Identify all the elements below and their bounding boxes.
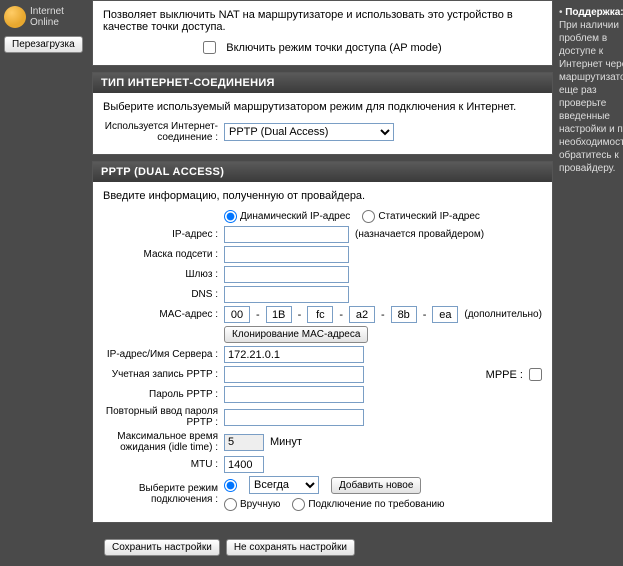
reboot-button[interactable]: Перезагрузка (4, 36, 83, 53)
stat-ip-radio[interactable] (362, 210, 375, 223)
support-body: При наличии проблем в доступе к Интернет… (559, 19, 623, 175)
status-title: Internet (30, 6, 64, 17)
mac-2[interactable] (307, 306, 333, 323)
ip-input[interactable] (224, 226, 349, 243)
globe-icon (4, 6, 26, 28)
mtu-input[interactable] (224, 456, 264, 473)
clone-mac-button[interactable]: Клонирование MAC-адреса (224, 326, 368, 343)
support-title: Поддержка: (565, 7, 623, 18)
mac-1[interactable] (266, 306, 292, 323)
ap-mode-label: Включить режим точки доступа (AP mode) (226, 42, 441, 54)
pptp-desc: Введите информацию, полученную от провай… (103, 190, 542, 202)
status-sub: Online (30, 17, 64, 28)
conn-desc: Выберите используемый маршрутизатором ре… (103, 101, 542, 113)
addnew-button[interactable]: Добавить новое (331, 477, 421, 494)
idle-input[interactable] (224, 434, 264, 451)
pwd-input[interactable] (224, 386, 364, 403)
manual-radio[interactable] (224, 498, 237, 511)
conn-title: ТИП ИНТЕРНЕТ-СОЕДИНЕНИЯ (93, 73, 552, 93)
discard-button[interactable]: Не сохранять настройки (226, 539, 355, 556)
account-input[interactable] (224, 366, 364, 383)
gw-input[interactable] (224, 266, 349, 283)
save-button[interactable]: Сохранить настройки (104, 539, 220, 556)
conn-type-select[interactable]: PPTP (Dual Access) (224, 123, 394, 141)
conn-label: Используется Интернет-соединение : (103, 121, 218, 143)
nat-desc: Позволяет выключить NAT на маршрутизатор… (103, 9, 542, 33)
mac-0[interactable] (224, 306, 250, 323)
mask-input[interactable] (224, 246, 349, 263)
server-input[interactable] (224, 346, 364, 363)
ap-mode-checkbox[interactable] (203, 41, 216, 54)
pwd2-input[interactable] (224, 409, 364, 426)
mppe-checkbox[interactable] (529, 368, 542, 381)
mac-4[interactable] (391, 306, 417, 323)
dns-input[interactable] (224, 286, 349, 303)
pptp-title: PPTP (DUAL ACCESS) (93, 162, 552, 182)
always-select[interactable]: Всегда (249, 476, 319, 494)
mac-3[interactable] (349, 306, 375, 323)
always-radio[interactable] (224, 479, 237, 492)
mac-5[interactable] (432, 306, 458, 323)
dyn-ip-radio[interactable] (224, 210, 237, 223)
status-block: Internet Online (4, 6, 86, 28)
ondemand-radio[interactable] (292, 498, 305, 511)
